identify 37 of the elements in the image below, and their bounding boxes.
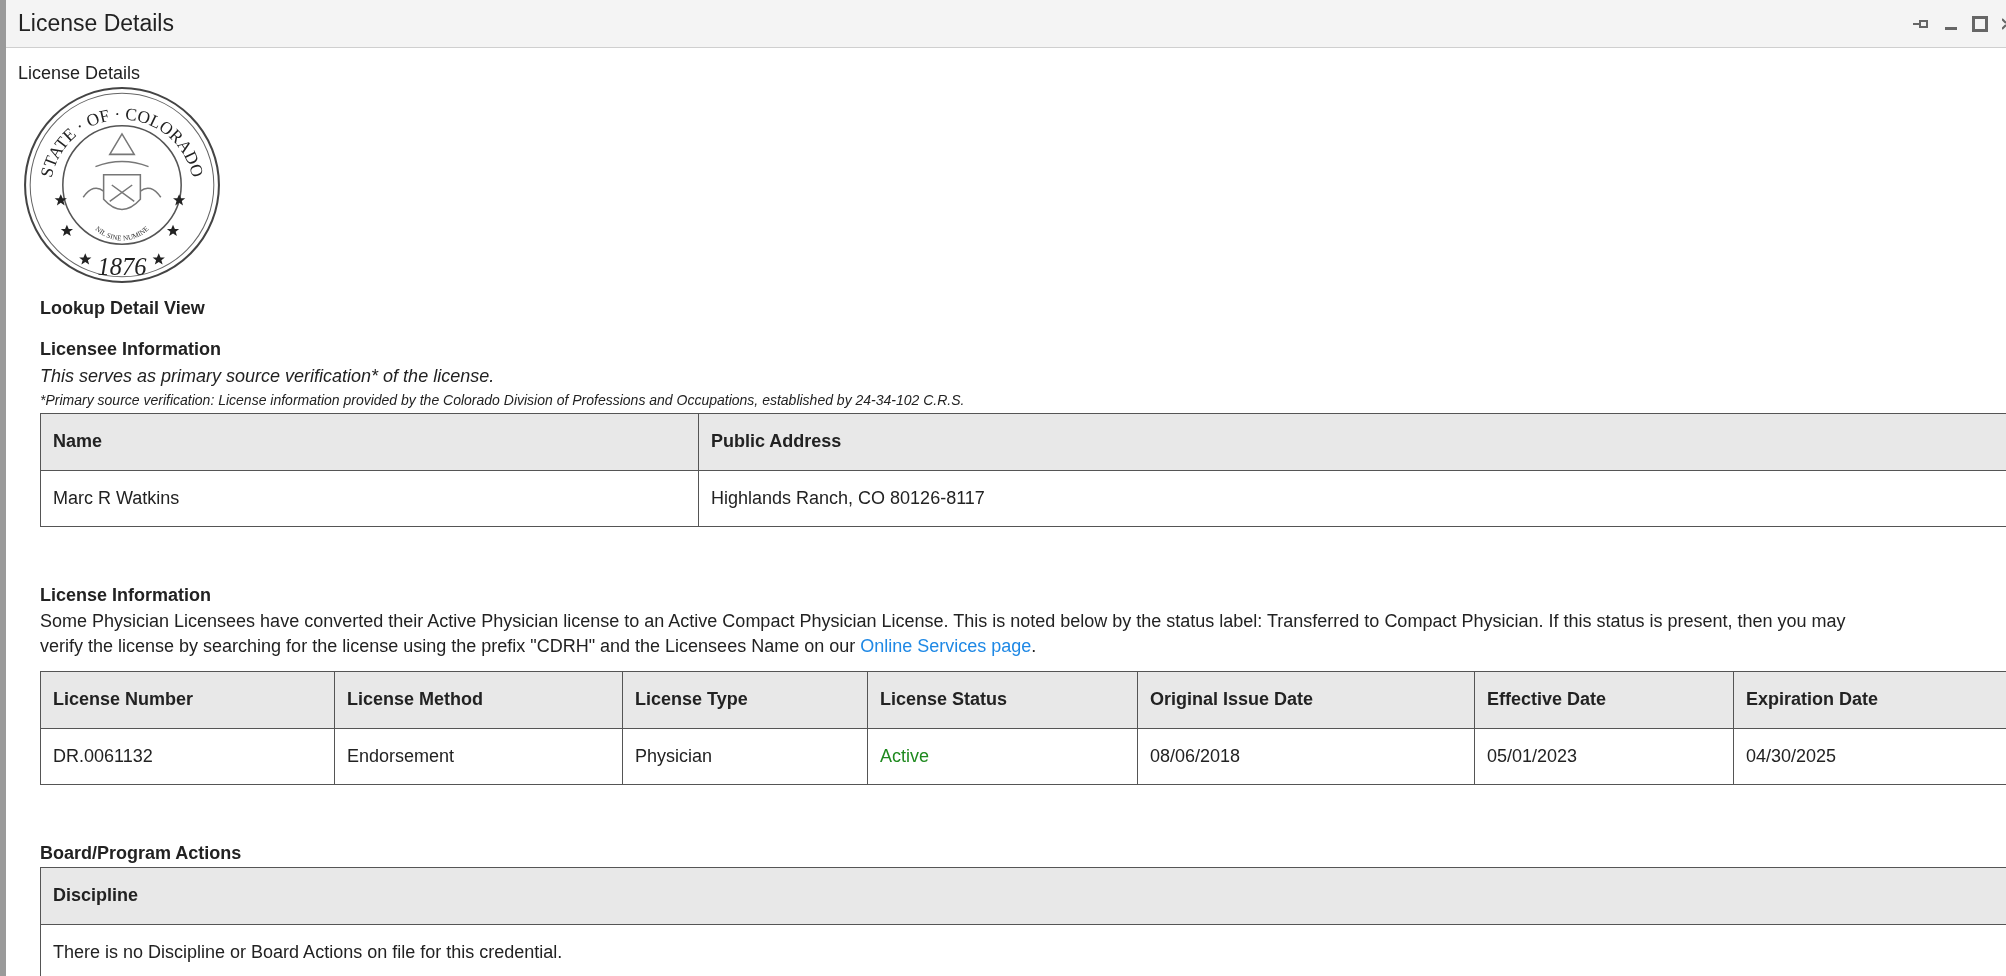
column-header: Discipline	[40, 867, 2006, 924]
star-icon	[60, 224, 73, 236]
verification-note: This serves as primary source verification* of the license.	[40, 364, 496, 388]
section-title: Lookup Detail View	[40, 296, 206, 320]
column-header: License Type	[622, 671, 868, 728]
column-header: Public Address	[698, 413, 2006, 470]
table-cell: DR.0061132	[40, 728, 335, 784]
table-cell: Endorsement	[334, 728, 623, 784]
star-icon	[79, 252, 92, 265]
table-cell: Physician	[622, 728, 868, 784]
table-cell: 05/01/2023	[1474, 728, 1734, 784]
column-header: Expiration Date	[1733, 671, 2006, 728]
page-heading: License Details	[18, 62, 142, 85]
window-title: License Details	[18, 9, 174, 39]
column-header: License Number	[40, 671, 335, 728]
license-info-paragraph: Some Physician Licensees have converted their Active Physician license to an Active Compact Physician License. This is noted below by the status label: Transferred to Compact Physician. If this status is present, then you may verify the license by searching for the license using the prefix "CDRH" and the Licensees Name on our Online Services page.	[40, 609, 1847, 658]
status-cell: Active	[867, 728, 1138, 784]
footnote: *Primary source verification: License information provided by the Colorado Division of Professions and Occupations, established by 24-34-102 C.R.S.	[40, 390, 966, 410]
section-heading: License Information	[40, 583, 213, 607]
star-icon	[173, 193, 186, 205]
column-header: License Method	[334, 671, 623, 728]
star-icon	[54, 193, 67, 205]
section-heading: Licensee Information	[40, 337, 223, 361]
table-cell: 08/06/2018	[1137, 728, 1475, 784]
column-header: Name	[40, 413, 699, 470]
star-icon	[152, 252, 165, 265]
column-header: License Status	[867, 671, 1138, 728]
column-header: Original Issue Date	[1137, 671, 1475, 728]
maximize-icon[interactable]	[1972, 15, 1988, 32]
close-icon[interactable]	[2002, 16, 2006, 31]
section-heading: Board/Program Actions	[40, 841, 243, 865]
table-cell: Marc R Watkins	[40, 470, 699, 526]
column-header: Effective Date	[1474, 671, 1734, 728]
online-services-link[interactable]: Online Services page	[860, 635, 1032, 656]
seal-year: 1876	[97, 252, 147, 280]
star-icon	[166, 224, 180, 236]
pin-icon[interactable]	[1912, 17, 1930, 30]
